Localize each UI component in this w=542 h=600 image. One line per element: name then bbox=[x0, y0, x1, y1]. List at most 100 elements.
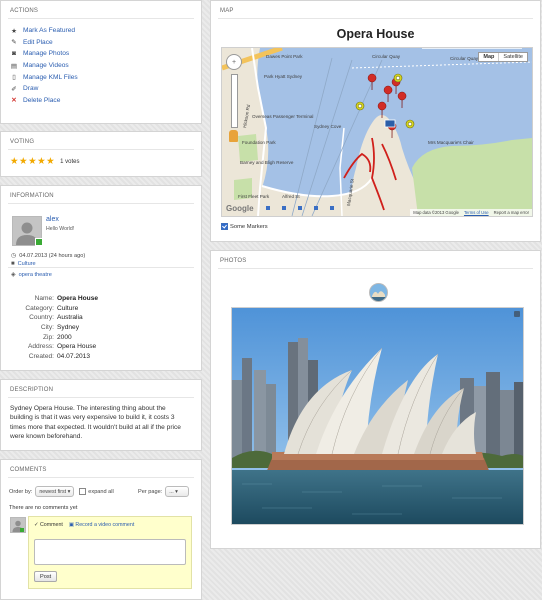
some-markers-toggle[interactable]: Some Markers bbox=[221, 223, 268, 230]
photo-menu-icon[interactable] bbox=[514, 311, 520, 317]
file-icon: ▯ bbox=[12, 74, 16, 82]
star-icon[interactable]: ★ bbox=[10, 156, 19, 167]
report-error-link[interactable]: Report a map error bbox=[494, 210, 529, 215]
tags-row: ◈ opera theatre bbox=[11, 271, 52, 279]
comment-tabs: ✓ Comment ▣ Record a video comment bbox=[34, 522, 134, 528]
no-comments-text: There are no comments yet bbox=[9, 505, 78, 511]
manage-kml-link[interactable]: ▯ Manage KML Files bbox=[10, 71, 201, 83]
online-status-icon bbox=[35, 238, 43, 246]
detail-value: Culture bbox=[57, 304, 79, 312]
manage-videos-link[interactable]: ▤ Manage Videos bbox=[10, 60, 201, 72]
detail-value: 2000 bbox=[57, 333, 72, 341]
folder-icon: ■ bbox=[11, 261, 15, 267]
opera-house-image bbox=[232, 308, 523, 524]
video-icon: ▣ bbox=[68, 522, 74, 528]
star-icon[interactable]: ★ bbox=[46, 156, 55, 167]
map-label: First Fleet Park bbox=[238, 194, 270, 199]
detail-key: City: bbox=[40, 324, 54, 332]
divider bbox=[8, 477, 194, 478]
photo-thumbnail[interactable] bbox=[369, 283, 388, 302]
detail-value: Australia bbox=[57, 314, 83, 322]
tab-video-comment[interactable]: ▣ Record a video comment bbox=[69, 522, 134, 528]
detail-key: Name: bbox=[34, 295, 54, 303]
divider bbox=[8, 203, 194, 204]
edit-place-label: Edit Place bbox=[23, 38, 53, 46]
star-icon[interactable]: ★ bbox=[28, 156, 37, 167]
some-markers-checkbox[interactable] bbox=[221, 223, 228, 230]
actions-title: ACTIONS bbox=[10, 8, 39, 14]
manage-kml-label: Manage KML Files bbox=[23, 73, 78, 81]
online-status-icon bbox=[20, 528, 24, 532]
place-photo[interactable] bbox=[231, 307, 524, 525]
map-label: Mrs Macquarie's Chair bbox=[428, 140, 474, 145]
map-canvas: Dawes Point Park Park Hyatt Sydney Overs… bbox=[222, 48, 532, 216]
map-zoom-slider[interactable] bbox=[231, 74, 238, 128]
divider bbox=[8, 267, 194, 268]
map-label: Park Hyatt Sydney bbox=[264, 74, 303, 79]
map-data-text: Map data ©2013 Google bbox=[413, 210, 459, 215]
divider bbox=[218, 268, 533, 269]
detail-key: Zip: bbox=[43, 333, 54, 341]
post-button[interactable]: Post bbox=[34, 571, 58, 582]
manage-photos-link[interactable]: ◙ Manage Photos bbox=[10, 48, 201, 60]
per-page-control: Per page: ... ▾ bbox=[138, 486, 190, 497]
per-page-label: Per page: bbox=[138, 488, 163, 495]
map-type-satellite-button[interactable]: Satellite bbox=[499, 53, 527, 61]
detail-key: Address: bbox=[27, 343, 54, 351]
expand-all-label: expand all bbox=[88, 488, 114, 495]
detail-row: Zip: 2000 bbox=[9, 332, 98, 342]
rating-stars[interactable]: ★ ★ ★ ★ ★ 1 votes bbox=[10, 156, 80, 167]
place-heading: Opera House bbox=[336, 27, 415, 41]
description-text: Sydney Opera House. The interesting thin… bbox=[10, 405, 181, 441]
order-by-label: Order by: bbox=[9, 488, 33, 495]
tags-link[interactable]: opera theatre bbox=[19, 272, 52, 278]
actions-list: ★ Mark As Featured ✎ Edit Place ◙ Manage Ph… bbox=[1, 19, 201, 106]
description-panel: DESCRIPTION Sydney Opera House. The inte… bbox=[0, 379, 202, 451]
detail-key: Created: bbox=[28, 352, 54, 360]
category-row: ■ Culture bbox=[11, 261, 36, 267]
chevron-down-icon: ▾ bbox=[67, 488, 71, 495]
comment-textarea[interactable] bbox=[34, 539, 186, 565]
tab-comment-label: Comment bbox=[39, 522, 63, 528]
draw-link[interactable]: ✐ Draw bbox=[10, 83, 201, 95]
terms-link[interactable]: Terms of Use bbox=[464, 210, 489, 215]
username-link[interactable]: alex bbox=[46, 216, 59, 223]
information-title: INFORMATION bbox=[10, 193, 54, 199]
pegman-icon[interactable] bbox=[229, 130, 238, 142]
manage-videos-label: Manage Videos bbox=[23, 62, 69, 70]
clock-icon: ◷ bbox=[11, 253, 17, 259]
detail-value: 04.07.2013 bbox=[57, 352, 91, 360]
map-label: Alfred St bbox=[282, 194, 300, 199]
tag-icon: ◈ bbox=[11, 272, 16, 278]
camera-icon: ◙ bbox=[12, 50, 16, 58]
edit-place-link[interactable]: ✎ Edit Place bbox=[10, 37, 201, 49]
tab-comment[interactable]: ✓ Comment bbox=[34, 522, 63, 528]
map-label: Circular Quay bbox=[450, 56, 479, 61]
star-icon[interactable]: ★ bbox=[19, 156, 28, 167]
order-by-control: Order by: newest first ▾ expand all bbox=[9, 486, 114, 497]
map-title: MAP bbox=[220, 8, 234, 14]
details-list: Name: Opera House Category: Culture Countr… bbox=[9, 294, 98, 361]
chevron-down-icon: ▾ bbox=[175, 488, 178, 495]
star-icon[interactable]: ★ bbox=[37, 156, 46, 167]
map-view[interactable]: Dawes Point Park Park Hyatt Sydney Overs… bbox=[221, 47, 533, 217]
map-label: Sydney Cove bbox=[314, 124, 342, 129]
map-pan-control[interactable]: + bbox=[226, 54, 242, 70]
detail-row: Category: Culture bbox=[9, 304, 98, 314]
per-page-value: ... bbox=[169, 488, 174, 495]
pencil-icon: ✐ bbox=[11, 85, 17, 93]
detail-value: Opera House bbox=[57, 343, 97, 351]
film-icon: ▤ bbox=[10, 62, 18, 70]
detail-key: Country: bbox=[29, 314, 54, 322]
delete-place-link[interactable]: ✕ Delete Place bbox=[10, 95, 201, 107]
expand-all-checkbox[interactable] bbox=[79, 488, 87, 495]
map-type-map-button[interactable]: Map bbox=[479, 53, 500, 61]
category-link[interactable]: Culture bbox=[18, 261, 36, 267]
description-title: DESCRIPTION bbox=[10, 387, 54, 393]
map-footer: Map data ©2013 Google Terms of Use Repor… bbox=[410, 209, 532, 216]
order-by-value: newest first bbox=[39, 488, 67, 495]
order-by-select[interactable]: newest first ▾ bbox=[35, 486, 75, 497]
per-page-select[interactable]: ... ▾ bbox=[165, 486, 190, 497]
mark-featured-link[interactable]: ★ Mark As Featured bbox=[10, 25, 201, 37]
photos-panel: PHOTOS bbox=[210, 250, 541, 549]
